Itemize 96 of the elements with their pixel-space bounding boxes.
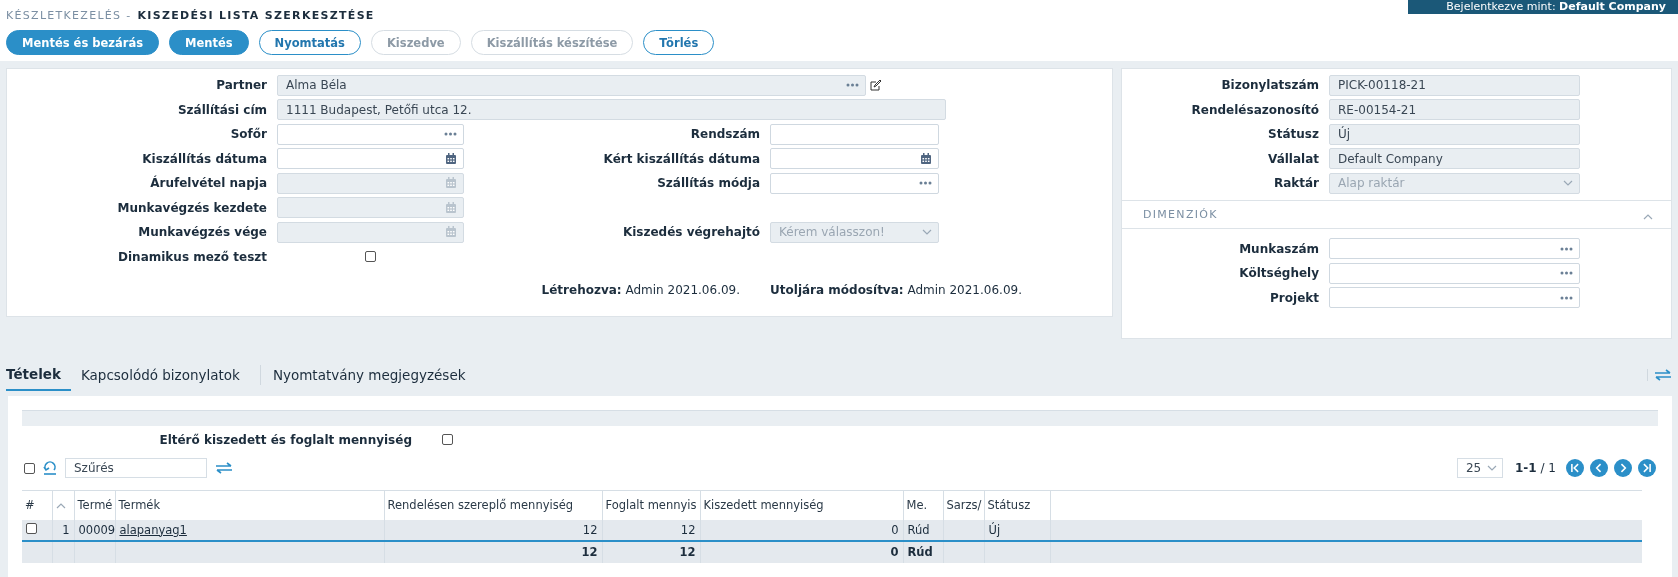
field-label: Partner	[215, 78, 268, 93]
table-cell: 12	[602, 519, 700, 541]
checkbox[interactable]	[365, 251, 376, 263]
search-field[interactable]: Szűrés	[65, 458, 207, 478]
section-title: DIMENZIÓK	[1143, 207, 1218, 221]
total-cell: 0	[700, 540, 903, 563]
total-cell: 12	[602, 540, 700, 563]
total-cell: Rúd	[903, 540, 943, 563]
field-label: Kiszedés végrehajtó	[621, 225, 761, 240]
more-icon	[1560, 271, 1573, 276]
last-page-icon	[1640, 461, 1654, 475]
calendar-icon	[920, 152, 932, 165]
input-field[interactable]	[1329, 287, 1580, 309]
swap-icon[interactable]	[1654, 369, 1672, 381]
column-header[interactable]: Termé	[74, 490, 115, 520]
more-icon	[444, 132, 457, 137]
first-page-button[interactable]	[1566, 459, 1584, 477]
first-page-icon	[1568, 461, 1582, 475]
row-checkbox[interactable]	[26, 522, 37, 534]
input-field[interactable]	[770, 123, 939, 145]
field-label: Raktár	[1272, 176, 1320, 191]
field-label: Munkavégzés kezdete	[116, 200, 268, 215]
reset-icon[interactable]	[43, 461, 57, 475]
swap-icon[interactable]	[215, 462, 233, 474]
field-label: Dinamikus mező teszt	[117, 249, 268, 264]
field-label: Vállalat	[1267, 151, 1320, 166]
field-label: Bizonylatszám	[1220, 78, 1320, 93]
column-header[interactable]: Státusz	[984, 490, 1050, 520]
field-label: Szállítási cím	[176, 102, 268, 117]
select-all-checkbox[interactable]	[24, 462, 35, 474]
more-icon	[919, 181, 932, 186]
calendar-icon	[445, 152, 457, 165]
field-label: Rendszám	[689, 127, 761, 142]
column-header[interactable]: #	[22, 490, 52, 520]
column-header[interactable]: Rendelésen szereplő mennyiség	[384, 490, 602, 520]
chevron-down-icon	[1563, 180, 1573, 187]
toolbar-button[interactable]: Mentés és bezárás	[6, 30, 159, 55]
column-header[interactable]: Sarzs/	[943, 490, 984, 520]
column-header[interactable]: Me.	[903, 490, 943, 520]
date-field[interactable]	[277, 148, 464, 170]
field-label: Szállítás módja	[656, 176, 761, 191]
field-label: Státusz	[1267, 127, 1320, 142]
breadcrumb-module: KÉSZLETKEZELÉS -	[6, 9, 132, 22]
previous-page-button[interactable]	[1590, 459, 1608, 477]
field-label: Projekt	[1269, 290, 1320, 305]
last-page-button[interactable]	[1638, 459, 1656, 477]
field-label: Munkavégzés vége	[137, 225, 268, 240]
chevron-down-icon	[1487, 465, 1497, 471]
chevron-up-icon	[1643, 213, 1653, 220]
input-field[interactable]	[770, 172, 939, 194]
product-link[interactable]: alapanyag1	[119, 522, 187, 537]
date-field[interactable]	[770, 148, 939, 170]
field-label: Rendelésazonosító	[1190, 102, 1320, 117]
next-page-button[interactable]	[1614, 459, 1632, 477]
page-size-dropdown[interactable]: 25	[1457, 458, 1503, 478]
field-label: Árufelvétel napja	[149, 176, 268, 191]
page-range: 1-1 / 1	[1515, 461, 1556, 475]
filter-label: Eltérő kiszedett és foglalt mennyiség	[158, 432, 413, 447]
more-icon	[1560, 246, 1573, 251]
chevron-down-icon	[922, 229, 932, 236]
field-label: Munkaszám	[1238, 241, 1320, 256]
checkbox[interactable]	[442, 434, 453, 445]
calendar-icon	[445, 226, 457, 239]
column-header[interactable]: Termék	[115, 490, 384, 520]
section-header[interactable]: DIMENZIÓK	[1122, 199, 1671, 229]
field-label: Kért kiszállítás dátuma	[602, 151, 761, 166]
input-field[interactable]	[1329, 238, 1580, 260]
toolbar-button[interactable]: Mentés	[169, 30, 249, 55]
calendar-icon	[445, 201, 457, 214]
field-label: Sofőr	[229, 127, 268, 142]
table-cell: 12	[384, 519, 602, 541]
tab[interactable]: Nyomtatvány megjegyzések	[272, 360, 476, 390]
table-cell: Új	[984, 519, 1050, 541]
login-info: Bejelentkezve mint: Default Company	[1408, 0, 1678, 14]
input-field[interactable]	[277, 123, 464, 145]
total-cell: 12	[384, 540, 602, 563]
input-field[interactable]	[1329, 262, 1580, 284]
table-cell: Rúd	[903, 519, 943, 541]
toolbar-button[interactable]: Nyomtatás	[258, 30, 361, 55]
tab[interactable]: Tételek	[6, 359, 71, 391]
page-title: KISZEDÉSI LISTA SZERKESZTÉSE	[137, 9, 375, 22]
toolbar-button[interactable]: Törlés	[643, 30, 715, 55]
more-icon	[846, 83, 859, 88]
column-header[interactable]: Foglalt mennyis	[602, 490, 700, 520]
more-icon	[1560, 295, 1573, 300]
table-cell: 0	[700, 519, 903, 541]
calendar-icon	[445, 177, 457, 190]
modified-info: Utoljára módosítva: Admin 2021.06.09.	[770, 283, 1022, 297]
field-label: Kiszállítás dátuma	[141, 151, 268, 166]
created-info: Létrehozva: Admin 2021.06.09.	[541, 283, 741, 297]
field-label: Költséghely	[1238, 266, 1320, 281]
tab[interactable]: Kapcsolódó bizonylatok	[80, 360, 250, 390]
column-header[interactable]: Kiszedett mennyiség	[700, 490, 903, 520]
table-cell: 1	[52, 519, 74, 541]
table-cell: 00009	[74, 519, 115, 541]
chevron-up-icon	[55, 503, 66, 510]
